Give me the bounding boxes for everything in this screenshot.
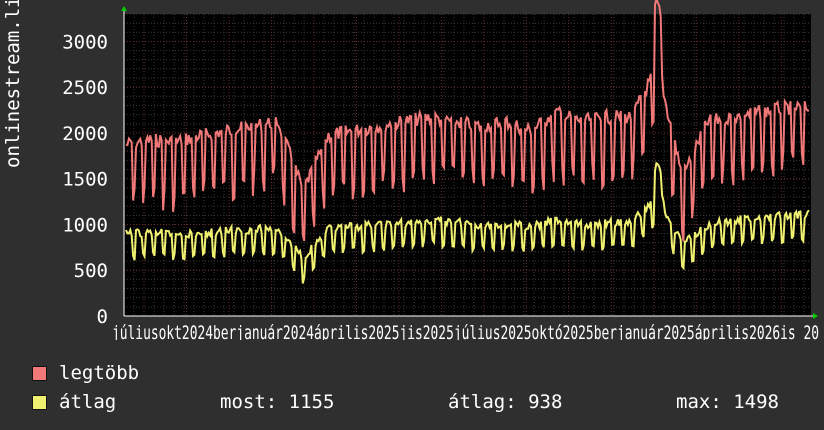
y-tick-label: 2500: [62, 77, 108, 99]
stat-current: most: 1155: [220, 391, 335, 413]
legend-item-avg: átlag: [32, 391, 116, 413]
y-tick-label: 2000: [62, 123, 108, 145]
y-axis-arrow: [121, 6, 127, 11]
legend-label-avg: átlag: [59, 391, 117, 413]
plot-area: [124, 14, 811, 316]
x-tick-labels: júliusokt2024berjanuár2024április2025jis…: [112, 322, 819, 340]
legend-swatch-max: [32, 366, 47, 381]
y-tick-label: 1000: [62, 214, 108, 236]
legend-item-max: legtöbb: [32, 362, 139, 384]
y-tick-label: 500: [74, 260, 108, 282]
legend-swatch-avg: [32, 395, 47, 410]
stat-max: max: 1498: [676, 391, 779, 413]
y-tick-label: 0: [97, 306, 108, 328]
y-axis-label-text: onlinestream.live: [2, 0, 24, 168]
stat-average: átlag: 938: [448, 391, 563, 413]
y-tick-label: 3000: [62, 31, 108, 53]
x-axis-arrow: [813, 313, 818, 319]
legend-label-max: legtöbb: [59, 362, 140, 384]
y-tick-label: 1500: [62, 169, 108, 191]
chart: 0 500 1000 1500 2000 2500 3000 júliusokt2024ber…: [62, 0, 819, 340]
